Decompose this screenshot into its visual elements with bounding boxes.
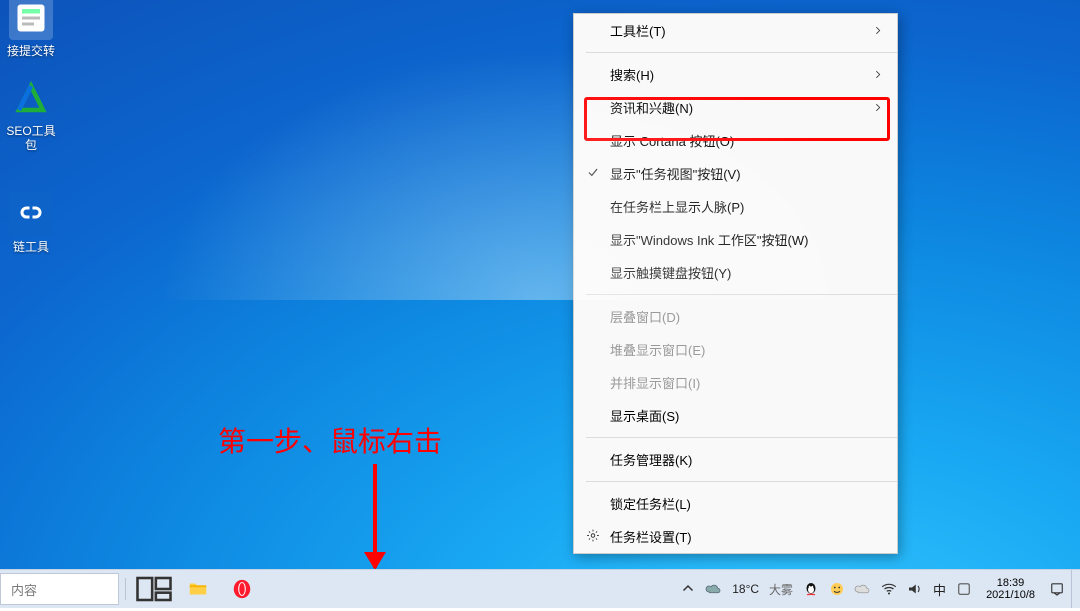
menu-item[interactable]: 搜索(H) <box>574 58 897 91</box>
notifications-icon[interactable] <box>1045 577 1069 601</box>
menu-item[interactable]: 任务栏设置(T) <box>574 520 897 553</box>
desktop-icon[interactable]: 链工具 <box>0 192 62 254</box>
arrow-down-icon <box>373 464 377 568</box>
time: 18:39 <box>986 577 1035 589</box>
check-icon <box>586 165 600 182</box>
qq-icon[interactable] <box>799 577 823 601</box>
menu-item-label: 显示"任务视图"按钮(V) <box>610 164 741 183</box>
taskbar-context-menu: 工具栏(T) 搜索(H) 资讯和兴趣(N) 显示 Cortana 按钮(O) 显示"任务… <box>573 13 898 554</box>
volume-icon[interactable] <box>903 577 927 601</box>
menu-item: 堆叠显示窗口(E) <box>574 333 897 366</box>
taskbar[interactable]: 内容 18°C 大雾 <box>0 569 1080 608</box>
menu-item[interactable]: 显示 Cortana 按钮(O) <box>574 124 897 157</box>
menu-separator <box>586 52 897 53</box>
weather-icon[interactable] <box>702 577 726 601</box>
menu-item-label: 堆叠显示窗口(E) <box>610 340 705 359</box>
tray-app-icon[interactable] <box>825 577 849 601</box>
menu-item-label: 任务栏设置(T) <box>610 527 692 546</box>
menu-separator <box>586 437 897 438</box>
search-input[interactable]: 内容 <box>0 573 119 605</box>
menu-item: 层叠窗口(D) <box>574 300 897 333</box>
menu-item-label: 在任务栏上显示人脉(P) <box>610 197 744 216</box>
onedrive-icon[interactable] <box>851 577 875 601</box>
file-icon <box>9 0 53 40</box>
menu-item[interactable]: 显示"Windows Ink 工作区"按钮(W) <box>574 223 897 256</box>
menu-item-label: 显示 Cortana 按钮(O) <box>610 131 734 150</box>
menu-item[interactable]: 显示桌面(S) <box>574 399 897 432</box>
menu-item-label: 搜索(H) <box>610 65 654 84</box>
menu-item[interactable]: 资讯和兴趣(N) <box>574 91 897 124</box>
menu-item[interactable]: 任务管理器(K) <box>574 443 897 476</box>
menu-item-label: 锁定任务栏(L) <box>610 494 691 513</box>
tray-chevron-icon[interactable] <box>676 577 700 601</box>
menu-item-label: 显示触摸键盘按钮(Y) <box>610 263 731 282</box>
opera-button[interactable] <box>220 570 264 608</box>
menu-item-label: 显示桌面(S) <box>610 406 679 425</box>
desktop-icon[interactable]: 接提交转 <box>0 0 62 58</box>
menu-item[interactable]: 显示触摸键盘按钮(Y) <box>574 256 897 289</box>
chevron-right-icon <box>873 100 883 115</box>
gear-icon <box>586 528 600 545</box>
menu-item-label: 任务管理器(K) <box>610 450 692 469</box>
system-tray: 18°C 大雾 中 18:39 2021/10/8 <box>676 570 1080 608</box>
chevron-right-icon <box>873 23 883 38</box>
clock[interactable]: 18:39 2021/10/8 <box>978 577 1043 601</box>
menu-item[interactable]: 工具栏(T) <box>574 14 897 47</box>
divider <box>125 578 126 600</box>
ime-indicator[interactable]: 中 <box>933 580 946 599</box>
annotation-step1: 第一步、鼠标右击 <box>218 420 442 460</box>
menu-item-label: 层叠窗口(D) <box>610 307 680 326</box>
chevron-right-icon <box>873 67 883 82</box>
search-placeholder: 内容 <box>11 580 37 599</box>
security-icon[interactable] <box>952 577 976 601</box>
menu-item-label: 资讯和兴趣(N) <box>610 98 693 117</box>
weather-text[interactable]: 大雾 <box>769 581 793 598</box>
menu-item[interactable]: 锁定任务栏(L) <box>574 487 897 520</box>
desktop-icon-label: 链工具 <box>13 240 49 254</box>
task-view-button[interactable] <box>132 570 176 608</box>
weather-temp[interactable]: 18°C <box>732 582 759 596</box>
desktop[interactable]: 接提交转 SEO工具 包 链工具 第一步、鼠标右击 第二步 工具栏(T)搜索(H… <box>0 0 1080 608</box>
desktop-icon[interactable]: SEO工具 包 <box>0 76 62 152</box>
menu-item[interactable]: 显示"任务视图"按钮(V) <box>574 157 897 190</box>
desktop-icon-label: SEO工具 包 <box>6 124 55 152</box>
link-icon <box>9 192 53 236</box>
menu-item-label: 显示"Windows Ink 工作区"按钮(W) <box>610 230 808 249</box>
menu-item-label: 并排显示窗口(I) <box>610 373 700 392</box>
desktop-icon-label: 接提交转 <box>7 44 55 58</box>
show-desktop-button[interactable] <box>1071 570 1078 608</box>
menu-separator <box>586 481 897 482</box>
file-explorer-button[interactable] <box>176 570 220 608</box>
menu-item[interactable]: 在任务栏上显示人脉(P) <box>574 190 897 223</box>
menu-item: 并排显示窗口(I) <box>574 366 897 399</box>
toolbox-icon <box>9 76 53 120</box>
menu-separator <box>586 294 897 295</box>
wifi-icon[interactable] <box>877 577 901 601</box>
date: 2021/10/8 <box>986 589 1035 601</box>
menu-item-label: 工具栏(T) <box>610 21 666 40</box>
